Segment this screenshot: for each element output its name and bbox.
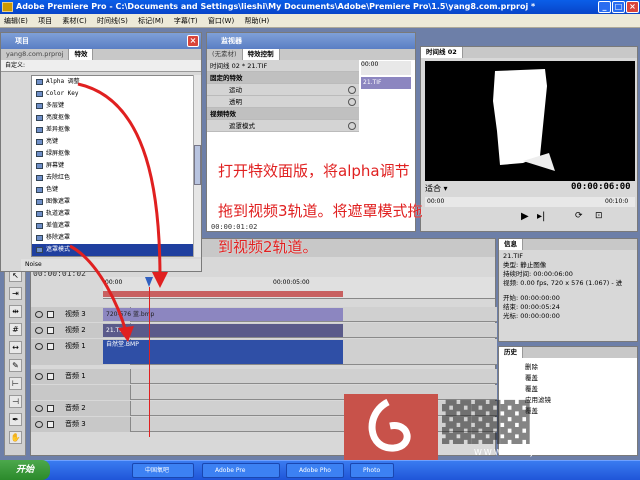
watermark-logo	[344, 394, 438, 460]
task-item-premiere[interactable]: Adobe Pre	[202, 463, 280, 478]
start-button[interactable]: 开始	[0, 460, 50, 480]
task-item-photoshop[interactable]: Adobe Pho	[286, 463, 344, 478]
task-item-oxygen[interactable]: 中国氧吧	[132, 463, 194, 478]
arrow-to-video3	[77, 82, 162, 279]
watermark-emblem	[368, 398, 411, 452]
task-item-photo[interactable]: Photo	[350, 463, 394, 478]
watermark-url: WWW.ENDJ8.CN	[474, 448, 563, 457]
arrow-to-video2	[69, 244, 128, 333]
